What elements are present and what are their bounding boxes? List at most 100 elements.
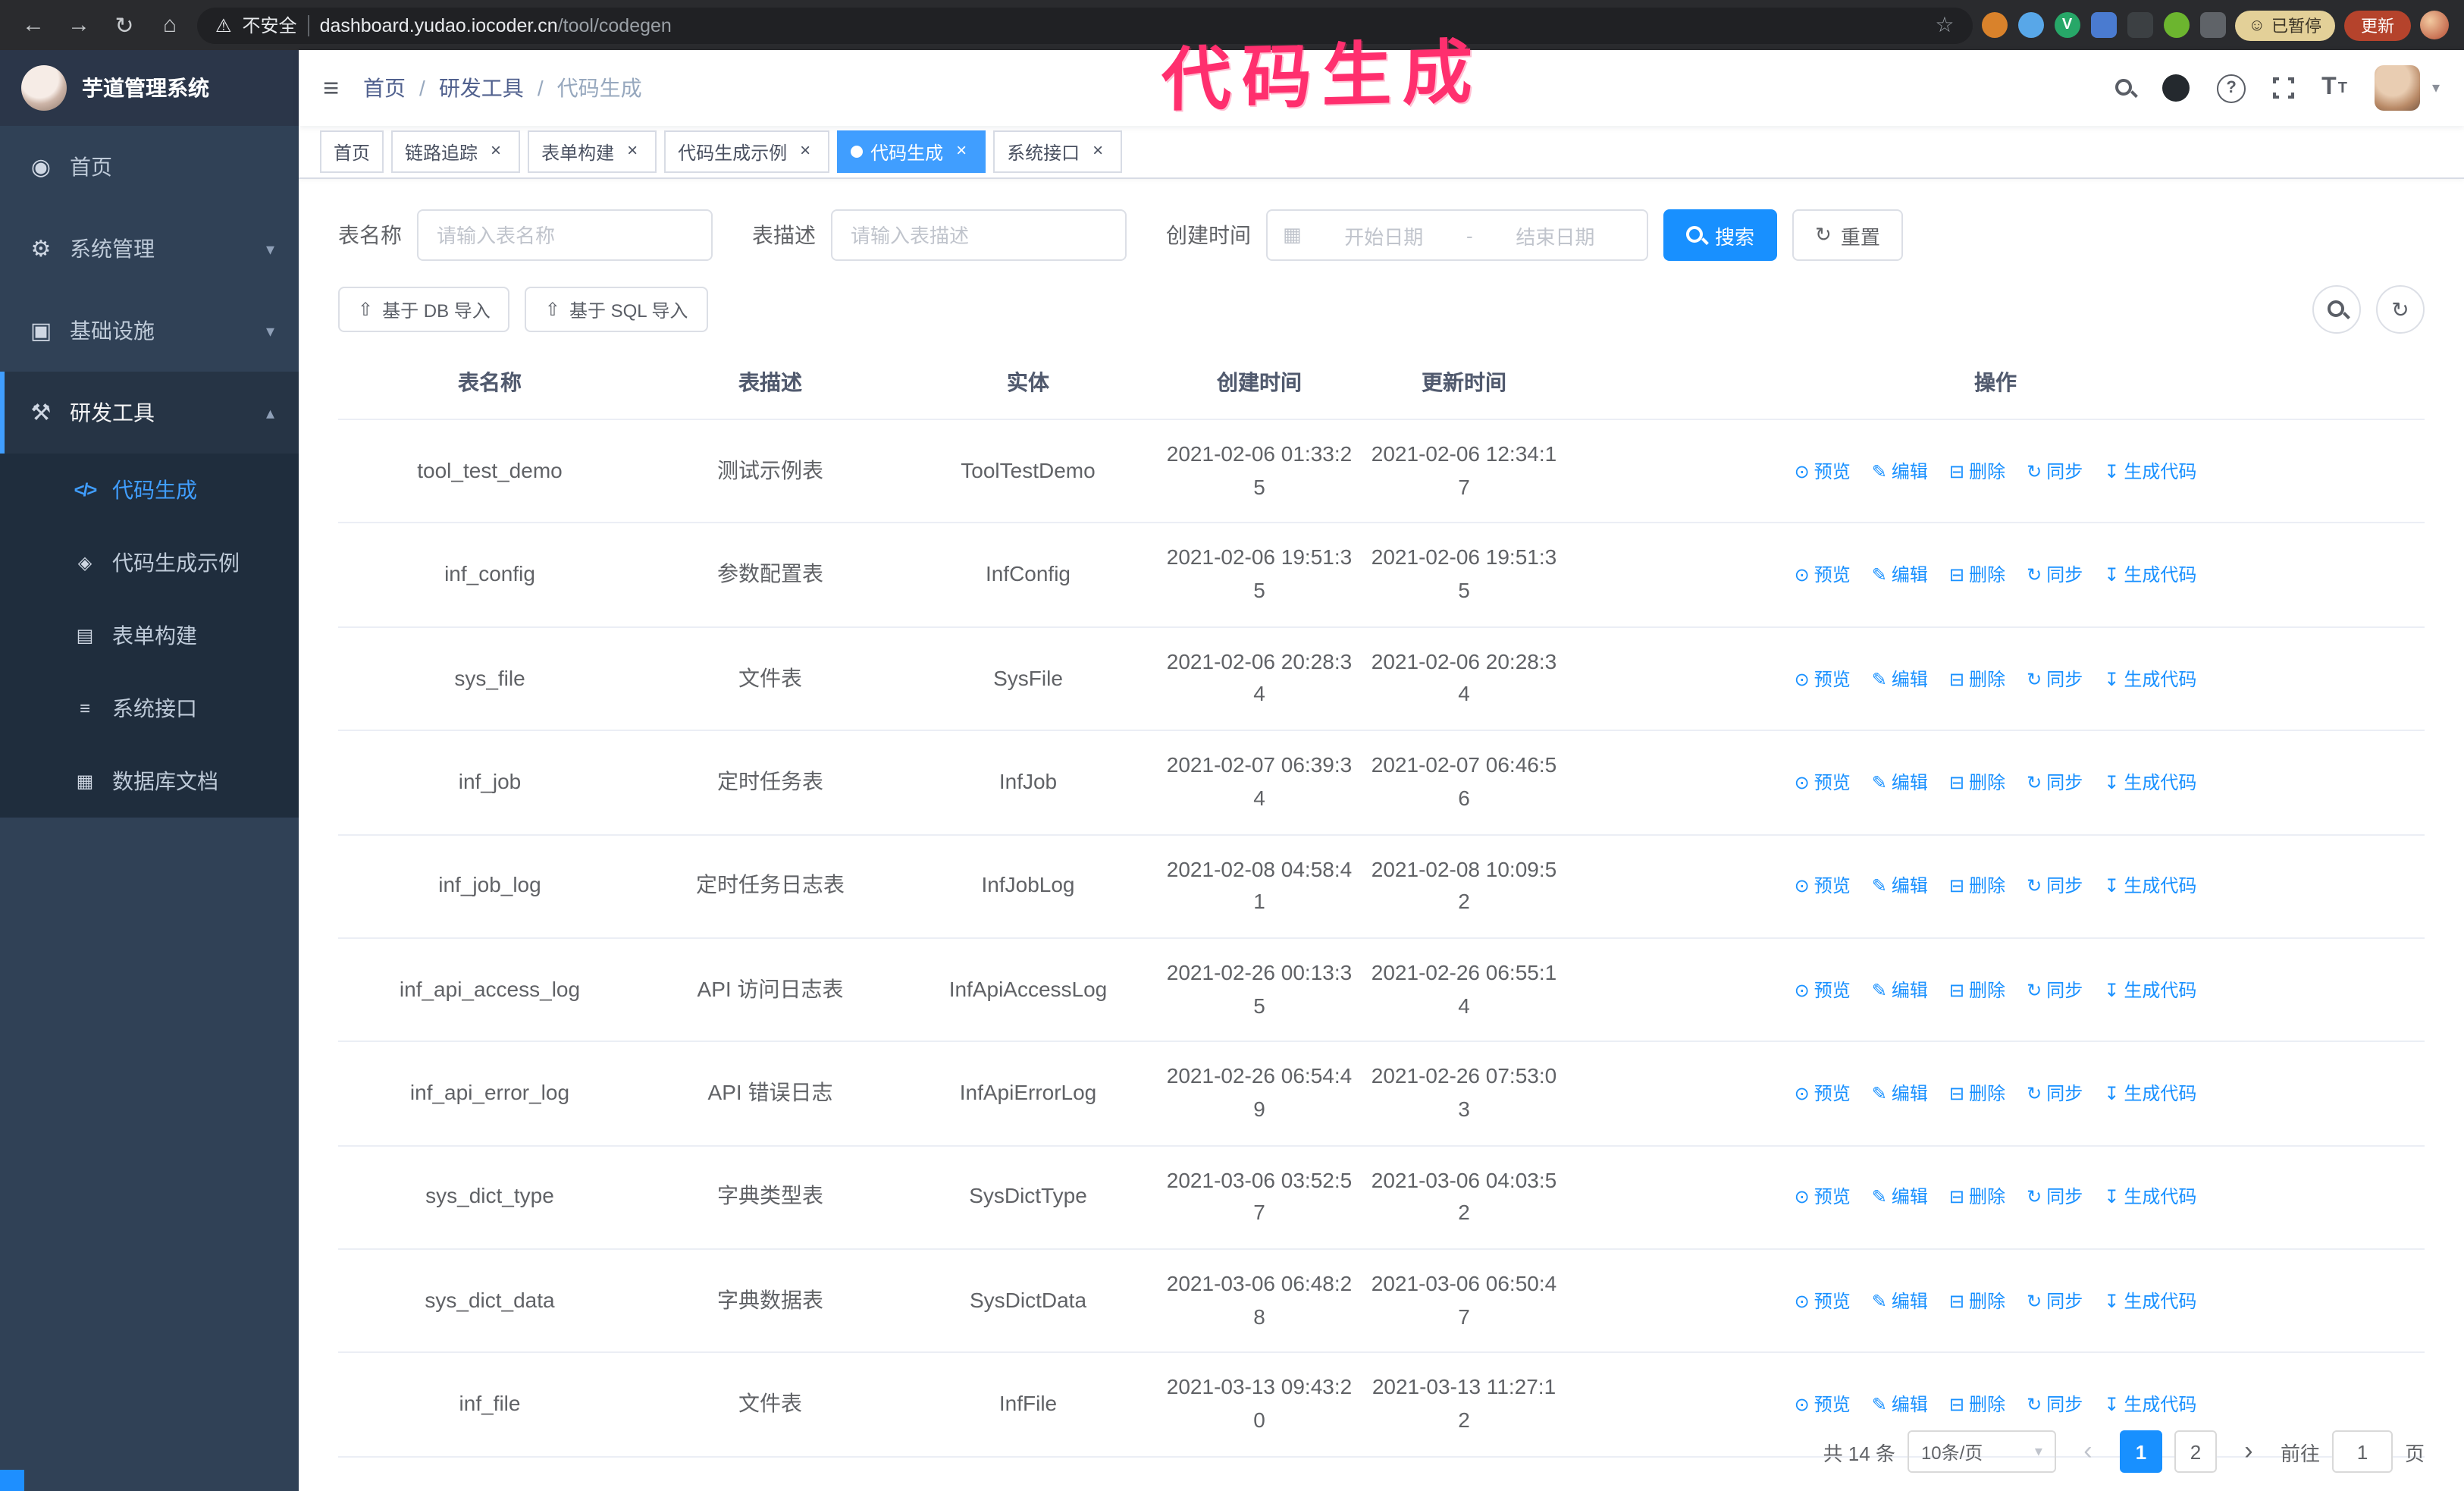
tab-0[interactable]: 首页 (320, 130, 384, 173)
breadcrumb-home[interactable]: 首页 (363, 73, 406, 103)
sync-link[interactable]: ↻ 同步 (2027, 561, 2083, 589)
sidebar-subitem-3[interactable]: ≡ 系统接口 (0, 672, 299, 745)
edit-link[interactable]: ✎ 编辑 (1872, 458, 1928, 486)
preview-link[interactable]: ⊙ 预览 (1795, 665, 1851, 693)
next-page-button[interactable]: › (2229, 1430, 2268, 1473)
edit-link[interactable]: ✎ 编辑 (1872, 1391, 1928, 1419)
user-avatar[interactable] (2374, 65, 2420, 111)
delete-link[interactable]: ⊟ 删除 (1949, 665, 2005, 693)
address-bar[interactable]: ⚠ 不安全 dashboard.yudao.iocoder.cn/tool/co… (197, 7, 1973, 43)
delete-link[interactable]: ⊟ 删除 (1949, 976, 2005, 1004)
header-search-icon[interactable] (2115, 78, 2135, 98)
delete-link[interactable]: ⊟ 删除 (1949, 1288, 2005, 1316)
preview-link[interactable]: ⊙ 预览 (1795, 769, 1851, 797)
edit-link[interactable]: ✎ 编辑 (1872, 873, 1928, 901)
help-icon[interactable]: ? (2217, 74, 2246, 102)
generate-code-link[interactable]: ↧ 生成代码 (2104, 1184, 2196, 1212)
close-icon[interactable]: × (951, 140, 972, 162)
generate-code-link[interactable]: ↧ 生成代码 (2104, 769, 2196, 797)
forward-button[interactable]: → (61, 12, 97, 38)
delete-link[interactable]: ⊟ 删除 (1949, 458, 2005, 486)
generate-code-link[interactable]: ↧ 生成代码 (2104, 561, 2196, 589)
goto-page-input[interactable] (2331, 1430, 2393, 1473)
sync-link[interactable]: ↻ 同步 (2027, 1184, 2083, 1212)
page-button-1[interactable]: 1 (2119, 1430, 2162, 1473)
sync-link[interactable]: ↻ 同步 (2027, 665, 2083, 693)
close-icon[interactable]: × (622, 140, 643, 162)
sync-link[interactable]: ↻ 同步 (2027, 1288, 2083, 1316)
generate-code-link[interactable]: ↧ 生成代码 (2104, 1391, 2196, 1419)
sidebar-item-2[interactable]: ▣ 基础设施 ▾ (0, 290, 299, 372)
sync-link[interactable]: ↻ 同步 (2027, 769, 2083, 797)
preview-link[interactable]: ⊙ 预览 (1795, 561, 1851, 589)
blue-drop-extension[interactable] (2017, 12, 2044, 38)
page-button-2[interactable]: 2 (2174, 1430, 2217, 1473)
people-grid-extension[interactable] (2090, 12, 2117, 38)
close-icon[interactable]: × (485, 140, 506, 162)
sync-link[interactable]: ↻ 同步 (2027, 1391, 2083, 1419)
edit-link[interactable]: ✎ 编辑 (1872, 1288, 1928, 1316)
import-sql-button[interactable]: ⇧ 基于 SQL 导入 (525, 287, 708, 332)
tab-3[interactable]: 代码生成示例 × (664, 130, 830, 173)
close-icon[interactable]: × (1087, 140, 1108, 162)
sidebar-subitem-2[interactable]: ▤ 表单构建 (0, 599, 299, 672)
sidebar-subitem-0[interactable]: </> 代码生成 (0, 454, 299, 526)
table-name-input[interactable] (417, 209, 713, 261)
generate-code-link[interactable]: ↧ 生成代码 (2104, 873, 2196, 901)
tab-4[interactable]: 代码生成 × (837, 130, 986, 173)
edit-link[interactable]: ✎ 编辑 (1872, 1184, 1928, 1212)
sync-link[interactable]: ↻ 同步 (2027, 1080, 2083, 1108)
dark-extension[interactable] (2127, 12, 2153, 38)
edit-link[interactable]: ✎ 编辑 (1872, 561, 1928, 589)
preview-link[interactable]: ⊙ 预览 (1795, 1184, 1851, 1212)
paused-badge[interactable]: ☺ 已暂停 (2234, 10, 2335, 40)
font-size-icon[interactable]: TT (2321, 75, 2347, 100)
table-desc-input[interactable] (831, 209, 1127, 261)
tab-2[interactable]: 表单构建 × (528, 130, 657, 173)
update-button[interactable]: 更新 (2344, 10, 2411, 40)
refresh-table-button[interactable]: ↻ (2376, 285, 2425, 334)
browser-profile-avatar[interactable] (2420, 11, 2449, 39)
hamburger-icon[interactable]: ≡ (323, 72, 339, 104)
fullscreen-icon[interactable] (2270, 74, 2298, 102)
edit-link[interactable]: ✎ 编辑 (1872, 976, 1928, 1004)
chevron-down-icon[interactable]: ▾ (2432, 80, 2440, 96)
preview-link[interactable]: ⊙ 预览 (1795, 1288, 1851, 1316)
search-button[interactable]: 搜索 (1663, 209, 1778, 261)
generate-code-link[interactable]: ↧ 生成代码 (2104, 976, 2196, 1004)
import-db-button[interactable]: ⇧ 基于 DB 导入 (338, 287, 510, 332)
home-button[interactable]: ⌂ (152, 12, 188, 38)
page-size-select[interactable]: 10条/页 ▾ (1907, 1430, 2056, 1473)
edit-link[interactable]: ✎ 编辑 (1872, 1080, 1928, 1108)
green-verify-extension[interactable]: V (2054, 12, 2080, 38)
puzzle-extension[interactable] (2199, 12, 2226, 38)
edit-link[interactable]: ✎ 编辑 (1872, 769, 1928, 797)
breadcrumb-tools[interactable]: 研发工具 (439, 73, 524, 103)
preview-link[interactable]: ⊙ 预览 (1795, 976, 1851, 1004)
sidebar-subitem-4[interactable]: ▦ 数据库文档 (0, 745, 299, 818)
app-logo[interactable]: 芋道管理系统 (0, 50, 299, 126)
bookmark-star-icon[interactable]: ☆ (1935, 12, 1954, 38)
reset-button[interactable]: ↻ 重置 (1792, 209, 1903, 261)
generate-code-link[interactable]: ↧ 生成代码 (2104, 1288, 2196, 1316)
date-range-picker[interactable]: ▦ 开始日期 - 结束日期 (1266, 209, 1648, 261)
reload-button[interactable]: ↻ (106, 11, 143, 39)
delete-link[interactable]: ⊟ 删除 (1949, 561, 2005, 589)
leaf-extension[interactable] (2163, 12, 2190, 38)
preview-link[interactable]: ⊙ 预览 (1795, 873, 1851, 901)
delete-link[interactable]: ⊟ 删除 (1949, 1184, 2005, 1212)
generate-code-link[interactable]: ↧ 生成代码 (2104, 1080, 2196, 1108)
sidebar-item-3[interactable]: ⚒ 研发工具 ▴ (0, 372, 299, 454)
tab-5[interactable]: 系统接口 × (993, 130, 1123, 173)
delete-link[interactable]: ⊟ 删除 (1949, 1080, 2005, 1108)
sync-link[interactable]: ↻ 同步 (2027, 873, 2083, 901)
toggle-search-button[interactable] (2312, 285, 2361, 334)
orange-extension[interactable] (1981, 12, 2008, 38)
generate-code-link[interactable]: ↧ 生成代码 (2104, 458, 2196, 486)
edit-link[interactable]: ✎ 编辑 (1872, 665, 1928, 693)
generate-code-link[interactable]: ↧ 生成代码 (2104, 665, 2196, 693)
delete-link[interactable]: ⊟ 删除 (1949, 1391, 2005, 1419)
sync-link[interactable]: ↻ 同步 (2027, 458, 2083, 486)
delete-link[interactable]: ⊟ 删除 (1949, 769, 2005, 797)
sidebar-item-0[interactable]: ◉ 首页 (0, 126, 299, 208)
